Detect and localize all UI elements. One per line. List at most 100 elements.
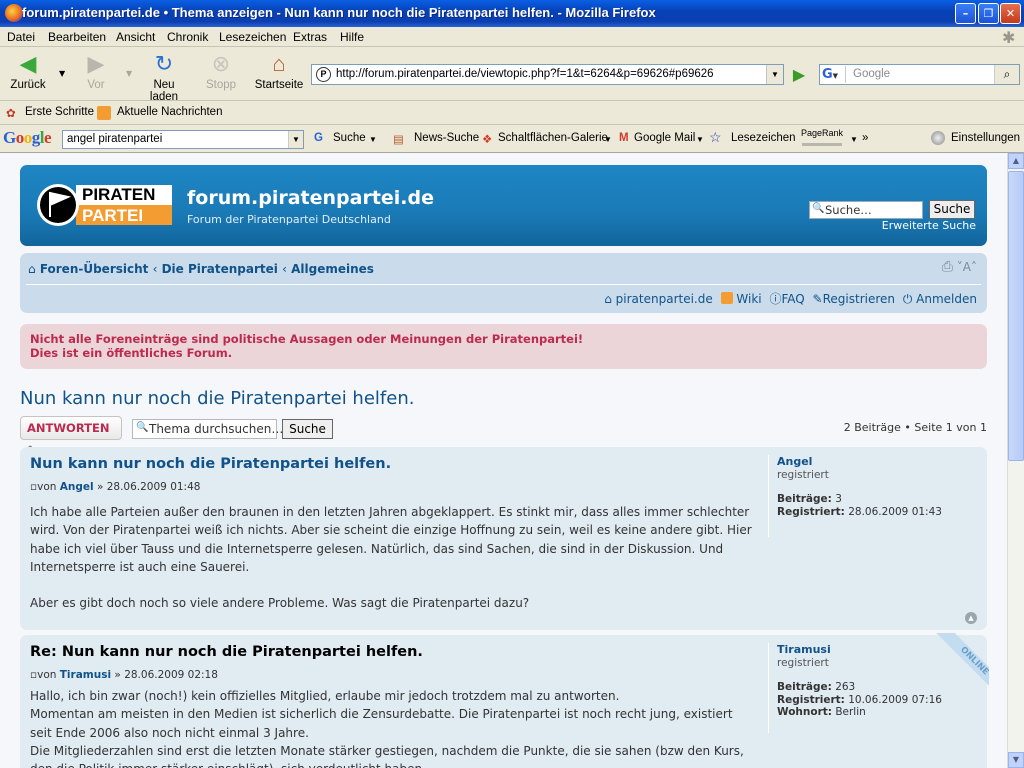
header-search-input[interactable]: 🔍 Suche… [809,201,923,219]
profile-name[interactable]: Angel [777,455,942,469]
vertical-scrollbar[interactable]: ▲ ▼ [1007,153,1024,768]
post-title[interactable]: Nun kann nur noch die Piratenpartei helf… [30,456,391,472]
post-title[interactable]: Re: Nun kann nur noch die Piratenpartei … [30,644,423,660]
menu-hilfe[interactable]: Hilfe [340,30,364,44]
search-bar[interactable]: G▼ Google ⌕ [819,64,1020,85]
post-author[interactable]: Tiramusi [60,669,111,681]
firefox-icon [5,4,23,22]
gmail-dropdown[interactable]: ▼ [696,135,704,144]
profile-posts[interactable]: 3 [835,493,842,505]
url-bar[interactable]: P http://forum.piratenpartei.de/viewtopi… [311,64,784,85]
close-button[interactable]: ✕ [1000,3,1021,24]
post-author[interactable]: Angel [60,481,94,493]
forward-button[interactable]: ▶ Vor [80,51,112,91]
profile-posts[interactable]: 263 [835,681,855,693]
news-search-button[interactable]: News-Suche [414,132,479,144]
google-search-button[interactable]: Suche [333,132,366,144]
title-bar: forum.piratenpartei.de • Thema anzeigen … [0,0,1024,27]
breadcrumb-sep: ‹ [152,262,158,276]
breadcrumb-sep: ‹ [282,262,287,276]
gallery-dropdown[interactable]: ▼ [604,135,612,144]
post-meta: ▫von Tiramusi » 28.06.2009 02:18 [30,669,218,681]
scroll-thumb[interactable] [1008,171,1024,461]
more-chevron[interactable]: » [862,132,868,144]
link-register[interactable]: Registrieren [823,292,895,306]
google-g-icon: G [314,132,323,144]
url-text[interactable]: http://forum.piratenpartei.de/viewtopic.… [336,68,714,80]
back-history-dropdown[interactable]: ▼ [59,69,65,78]
profile-divider [768,455,769,537]
post: ONLINE Re: Nun kann nur noch die Piraten… [20,633,989,768]
register-pen-icon: ✎ [812,292,823,306]
menu-lesezeichen[interactable]: Lesezeichen [219,30,286,44]
bookmarks-toolbar: ✿ Erste Schritte Aktuelle Nachrichten [0,101,1024,125]
menu-extras[interactable]: Extras [293,30,327,44]
menu-ansicht[interactable]: Ansicht [116,30,155,44]
breadcrumb-die-piratenpartei[interactable]: Die Piratenpartei [162,262,278,276]
menu-datei[interactable]: Datei [7,30,35,44]
firefox-window: forum.piratenpartei.de • Thema anzeigen … [0,0,1024,768]
reload-button[interactable]: ↻ Neu laden [138,51,190,103]
home-button[interactable]: ⌂ Startseite [254,51,304,91]
menu-chronik[interactable]: Chronik [167,30,208,44]
minimize-button[interactable]: – [955,3,976,24]
google-search-input[interactable]: angel piratenpartei ▼ [62,130,304,149]
user-links: ⌂ piratenpartei.de Wiki ⓘFAQ ✎Registrier… [604,290,977,307]
header-search-button[interactable]: Suche [929,200,975,219]
link-faq[interactable]: FAQ [781,292,804,306]
breadcrumb-home[interactable]: Foren-Übersicht [40,262,149,276]
forum-notice: Nicht alle Foreneinträge sind politische… [20,324,987,369]
button-gallery[interactable]: Schaltflächen-Galerie [498,132,608,144]
site-header: PIRATEN PARTEI forum.piratenpartei.de Fo… [20,165,987,246]
advanced-search-link[interactable]: Erweiterte Suche [882,219,976,232]
back-to-top-icon[interactable]: ▲ [965,612,977,624]
pagination-info: 2 Beiträge • Seite 1 von 1 [843,421,987,434]
stop-button[interactable]: ⊗ Stopp [201,51,241,91]
link-piratenpartei[interactable]: piratenpartei.de [616,292,713,306]
link-login[interactable]: Anmelden [916,292,977,306]
rss-feed-icon [720,292,733,304]
page-tools: ⎙ ˅A˄ [942,259,977,275]
bookmark-aktuelle-nachrichten[interactable]: Aktuelle Nachrichten [117,106,222,118]
google-query[interactable]: angel piratenpartei [67,133,162,145]
topic-search-button[interactable]: Suche [282,419,333,439]
link-wiki[interactable]: Wiki [736,292,761,306]
print-icon[interactable]: ⎙ [942,259,953,275]
stop-label: Stopp [205,79,237,91]
maximize-button[interactable]: ❐ [978,3,999,24]
google-mail-button[interactable]: Google Mail [634,132,695,144]
window-title: forum.piratenpartei.de • Thema anzeigen … [22,5,656,20]
reload-icon: ↻ [154,51,174,76]
go-button[interactable]: ▶ [789,64,809,85]
forward-arrow-icon: ▶ [87,51,105,76]
site-title[interactable]: forum.piratenpartei.de [187,187,434,209]
menu-bearbeiten[interactable]: Bearbeiten [48,30,106,44]
bookmark-erste-schritte[interactable]: Erste Schritte [25,106,94,118]
piratenpartei-logo[interactable]: PIRATEN PARTEI [36,181,172,229]
search-icon: 🔍 [136,422,149,433]
topic-search-input[interactable]: 🔍 Thema durchsuchen… [132,419,283,439]
profile-rank: registriert [777,468,829,481]
google-engine-icon[interactable]: G▼ [822,66,846,83]
bookmarks-button[interactable]: Lesezeichen [731,132,796,144]
erste-schritte-icon: ✿ [6,108,16,120]
url-dropdown-icon[interactable]: ▼ [766,65,783,84]
scroll-down-arrow[interactable]: ▼ [1008,752,1024,768]
pagerank-dropdown[interactable]: ▼ [850,135,858,144]
post: Nun kann nur noch die Piratenpartei helf… [20,447,987,630]
forward-history-dropdown[interactable]: ▼ [126,69,132,78]
reply-button[interactable]: ANTWORTEN ✎ [20,416,122,457]
google-search-dropdown[interactable]: ▼ [369,135,377,144]
profile-registered: 10.06.2009 07:16 [848,693,942,706]
google-logo[interactable]: Google [3,128,52,148]
font-size-change-icon[interactable]: ˅A˄ [957,260,977,274]
search-magnifier-icon[interactable]: ⌕ [994,65,1019,84]
google-query-dropdown-icon[interactable]: ▼ [288,131,303,148]
breadcrumb-allgemeines[interactable]: Allgemeines [291,262,374,276]
back-button[interactable]: ◀ Zurück [8,51,48,91]
star-bookmark-icon: ☆ [709,129,722,145]
scroll-up-arrow[interactable]: ▲ [1008,153,1024,169]
settings-button[interactable]: Einstellungen [951,132,1020,144]
topic-title[interactable]: Nun kann nur noch die Piratenpartei helf… [20,388,414,409]
profile-name[interactable]: Tiramusi [777,643,942,657]
